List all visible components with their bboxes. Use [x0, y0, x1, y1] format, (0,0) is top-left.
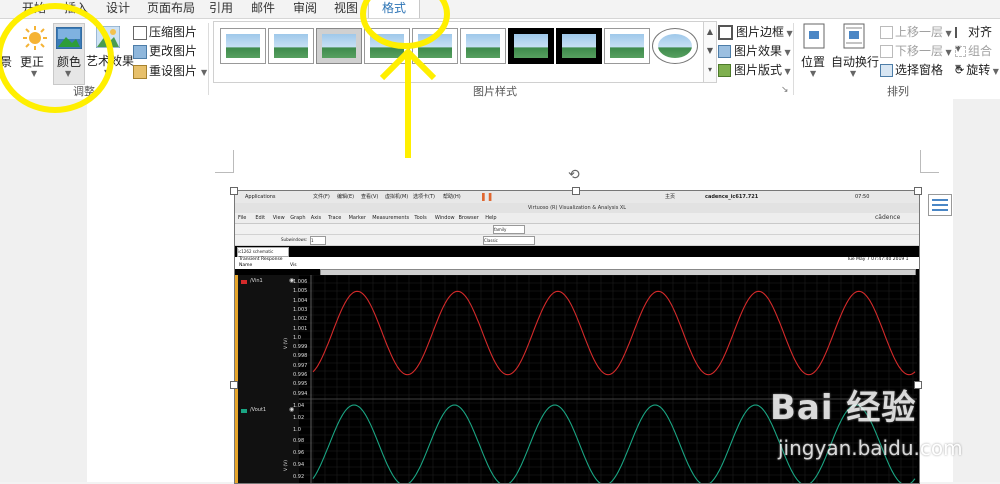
annotation-overlay	[0, 0, 450, 158]
annotation-circle-format	[360, 0, 450, 49]
annotation-circle-adjust	[0, 3, 114, 113]
